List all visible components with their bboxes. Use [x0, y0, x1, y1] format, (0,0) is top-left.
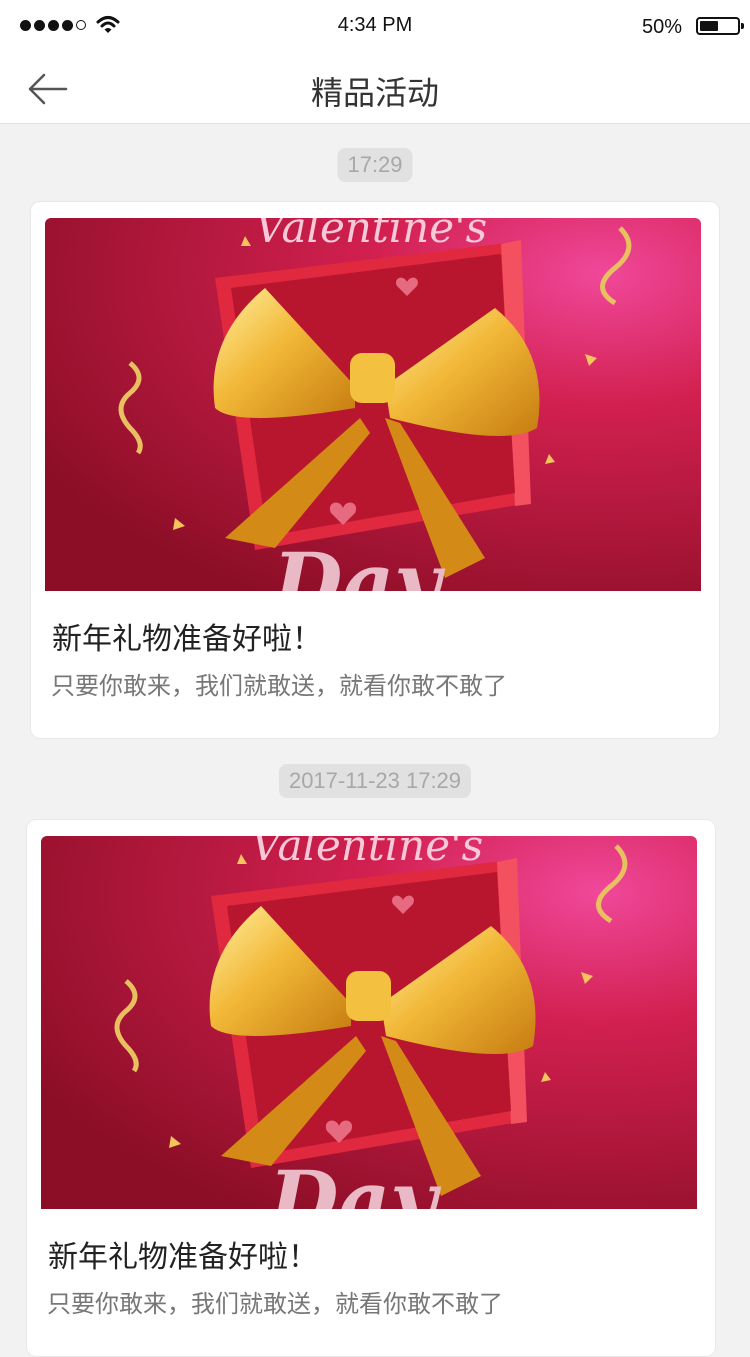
card-description: 只要你敢来，我们就敢送，就看你敢不敢了	[51, 672, 507, 700]
banner-text-top: Valentine's	[255, 218, 487, 252]
card-description: 只要你敢来，我们就敢送，就看你敢不敢了	[47, 1290, 503, 1318]
activity-banner-image[interactable]: Valentine's Day	[41, 836, 697, 1209]
card-title: 新年礼物准备好啦！	[52, 622, 322, 657]
battery-level-fill	[700, 21, 718, 31]
activity-card[interactable]: Valentine's Day 新年礼物准备好啦！ 只要你敢来，我们就敢送，就看…	[26, 819, 716, 1357]
battery-icon	[696, 17, 744, 35]
status-time: 4:34 PM	[337, 14, 413, 36]
message-timestamp: 2017-11-23 17:29	[278, 764, 472, 798]
banner-text-top: Valentine's	[251, 836, 483, 870]
nav-bar: 精品活动	[0, 52, 750, 124]
status-bar: 4:34 PM 50%	[0, 0, 750, 52]
activity-card[interactable]: Valentine's Day 新年礼物准备好啦！ 只要你敢来，我们就敢送，就看…	[30, 201, 720, 739]
page-title: 精品活动	[310, 74, 439, 112]
banner-text-bottom: Day	[267, 1153, 442, 1209]
card-title: 新年礼物准备好啦！	[48, 1240, 318, 1275]
activity-banner-image[interactable]: Valentine's Day	[45, 218, 701, 591]
banner-text-bottom: Day	[271, 535, 446, 591]
battery-percent: 50%	[641, 16, 682, 38]
message-timestamp: 17:29	[337, 148, 413, 182]
